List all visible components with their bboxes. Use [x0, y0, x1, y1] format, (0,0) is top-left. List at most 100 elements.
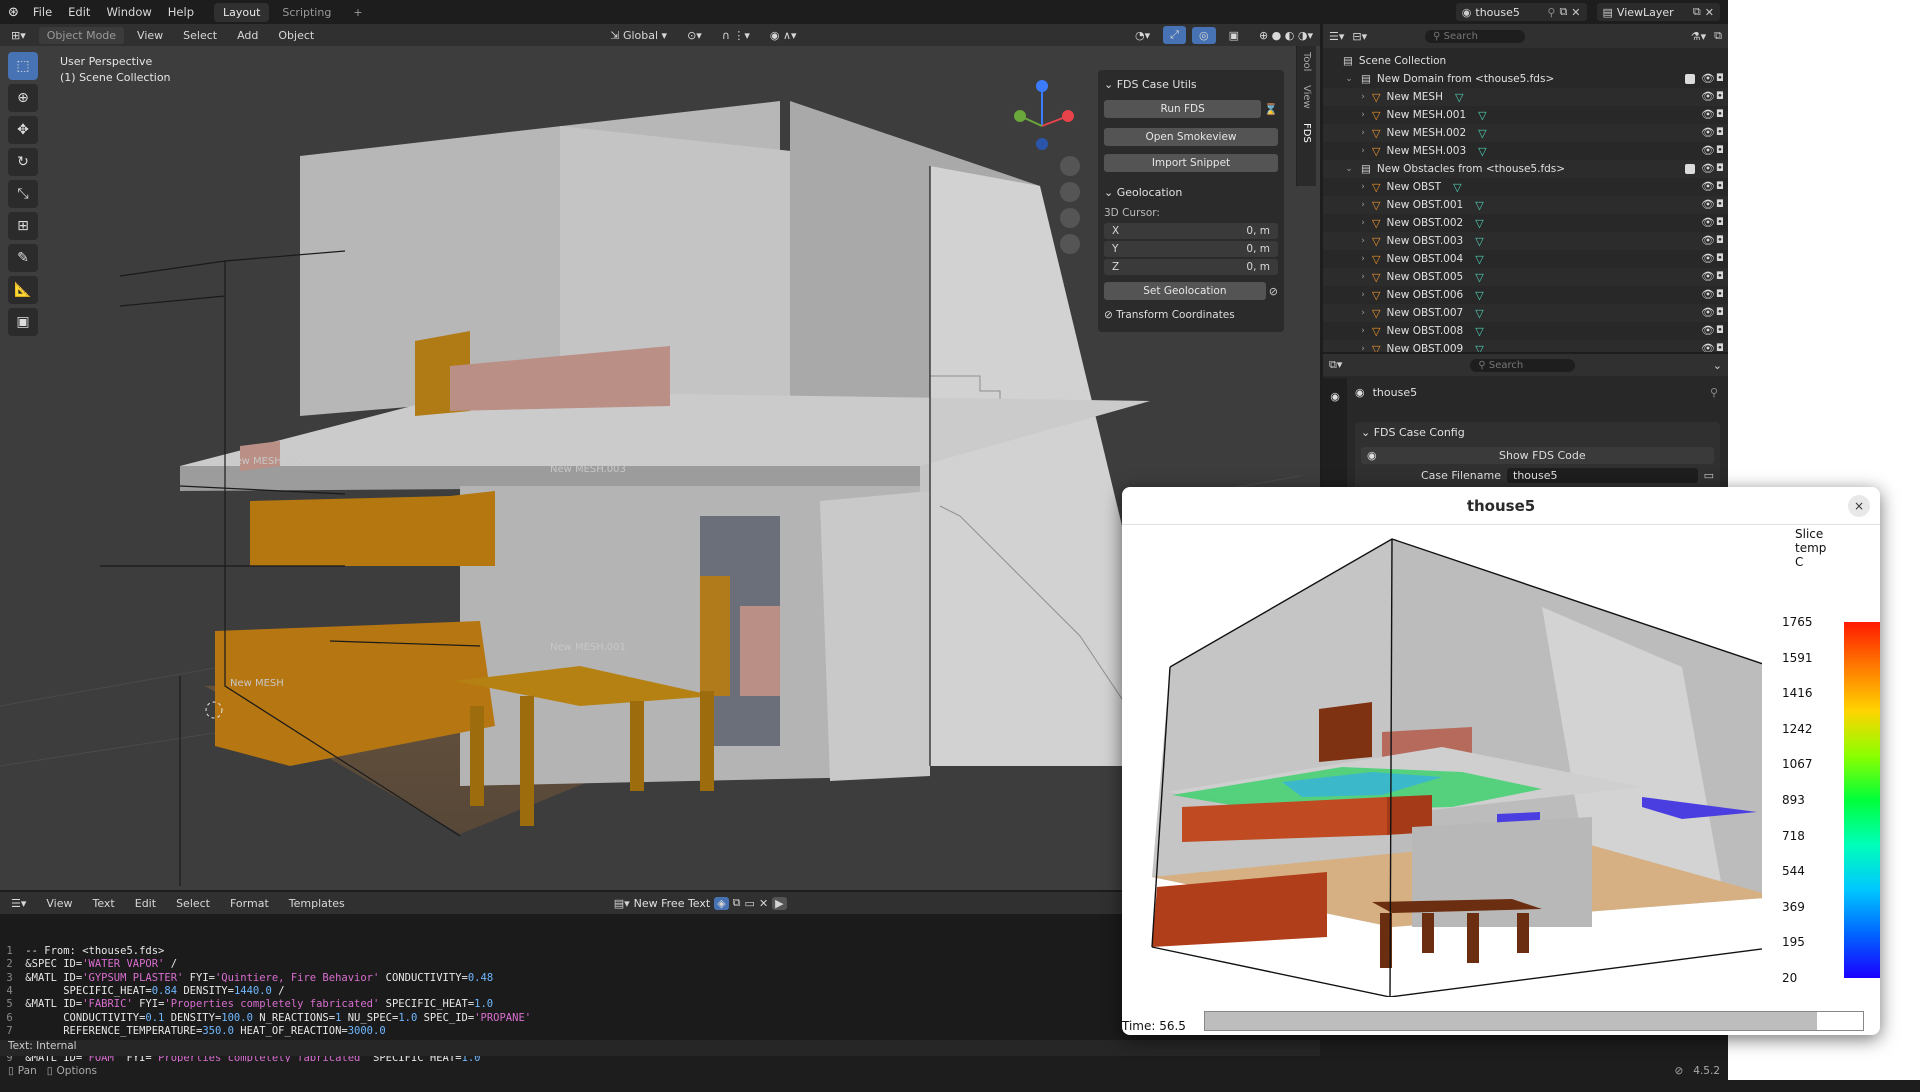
filename-input[interactable]: thouse5 [1507, 468, 1698, 483]
smokeview-render[interactable] [1122, 527, 1762, 997]
modifier-icon[interactable]: ▽ [1478, 127, 1486, 140]
chevron-right-icon[interactable]: › [1357, 272, 1369, 282]
new-collection-icon[interactable]: ⧉ [1714, 29, 1722, 43]
camera-icon[interactable]: ◘ [1716, 289, 1724, 300]
modifier-icon[interactable]: ▽ [1475, 235, 1483, 248]
xray-icon[interactable]: ▣ [1222, 27, 1246, 44]
menu-view[interactable]: View [39, 895, 79, 912]
collection-checkbox[interactable] [1685, 74, 1695, 84]
pivot-point-icon[interactable]: ⊙▾ [680, 27, 709, 44]
outliner-search[interactable]: ⚲ Search [1425, 29, 1526, 43]
smokeview-window[interactable]: thouse5 × Slice temp C 1765 1591 1416 12… [1122, 487, 1880, 1035]
outliner-object[interactable]: › ▽ New OBST.001 ▽ 👁 ◘ [1323, 196, 1728, 214]
eye-icon[interactable]: 👁 [1701, 234, 1715, 247]
tab-view[interactable]: View [1301, 85, 1312, 109]
eye-icon[interactable]: 👁 [1701, 162, 1715, 175]
overlays-icon[interactable]: ◎ [1191, 26, 1216, 44]
eye-icon[interactable]: 👁 [1701, 270, 1715, 283]
eye-icon[interactable]: 👁 [1701, 306, 1715, 319]
chevron-down-icon[interactable]: ⌄ [1343, 74, 1355, 84]
coord-x-field[interactable]: X 0, m [1104, 223, 1278, 239]
menu-format[interactable]: Format [223, 895, 276, 912]
eye-icon[interactable]: 👁 [1701, 324, 1715, 337]
eye-icon[interactable]: 👁 [1701, 90, 1715, 103]
visibility-icon[interactable]: ◔▾ [1128, 27, 1157, 44]
menu-select[interactable]: Select [176, 27, 224, 44]
coord-z-field[interactable]: Z 0, m [1104, 259, 1278, 275]
panel-header[interactable]: ⌄ FDS Case Config [1355, 422, 1720, 443]
outliner-collection[interactable]: ⌄ ▤ New Domain from <thouse5.fds> 👁 ◘ [1323, 70, 1728, 88]
tab-fds[interactable]: FDS [1301, 123, 1312, 143]
blender-logo-icon[interactable]: ⊛ [0, 5, 25, 20]
menu-edit[interactable]: Edit [128, 895, 163, 912]
editor-type-icon[interactable]: ⧉▾ [1329, 358, 1342, 372]
editor-type-icon[interactable]: ☰▾ [1329, 30, 1344, 43]
outliner-object[interactable]: › ▽ New MESH ▽ 👁 ◘ [1323, 88, 1728, 106]
modifier-icon[interactable]: ▽ [1478, 109, 1486, 122]
text-block-selector[interactable]: ▤▾ New Free Text ◈ ⧉ ▭ ✕ ▶ [614, 896, 787, 910]
modifier-icon[interactable]: ▽ [1453, 181, 1461, 194]
run-fds-button[interactable]: Run FDS [1104, 100, 1262, 118]
outliner-object[interactable]: › ▽ New OBST.002 ▽ 👁 ◘ [1323, 214, 1728, 232]
coord-y-field[interactable]: Y 0, m [1104, 241, 1278, 257]
modifier-icon[interactable]: ▽ [1478, 145, 1486, 158]
menu-view[interactable]: View [130, 27, 170, 44]
outliner-object[interactable]: › ▽ New OBST.003 ▽ 👁 ◘ [1323, 232, 1728, 250]
outliner-collection[interactable]: ⌄ ▤ New Obstacles from <thouse5.fds> 👁 ◘ [1323, 160, 1728, 178]
new-scene-icon[interactable]: ⧉ [1559, 5, 1567, 19]
close-button[interactable]: × [1848, 495, 1870, 517]
outliner-object[interactable]: › ▽ New MESH.002 ▽ 👁 ◘ [1323, 124, 1728, 142]
menu-file[interactable]: File [25, 5, 60, 19]
chevron-right-icon[interactable]: › [1357, 200, 1369, 210]
modifier-icon[interactable]: ▽ [1455, 91, 1463, 104]
geolocation-header[interactable]: ⌄ Geolocation [1104, 182, 1278, 203]
import-snippet-button[interactable]: Import Snippet [1104, 154, 1278, 172]
collection-checkbox[interactable] [1685, 164, 1695, 174]
display-mode-icon[interactable]: ⊟▾ [1352, 30, 1367, 43]
camera-icon[interactable]: ◘ [1716, 253, 1724, 264]
pin-icon[interactable]: ⚲ [1710, 386, 1718, 399]
eye-icon[interactable]: 👁 [1701, 126, 1715, 139]
camera-icon[interactable]: ◘ [1716, 235, 1724, 246]
modifier-icon[interactable]: ▽ [1475, 271, 1483, 284]
chevron-right-icon[interactable]: › [1357, 128, 1369, 138]
camera-icon[interactable]: ◘ [1716, 163, 1724, 174]
new-viewlayer-icon[interactable]: ⧉ [1693, 5, 1701, 19]
camera-icon[interactable]: ◘ [1716, 307, 1724, 318]
modifier-icon[interactable]: ▽ [1475, 289, 1483, 302]
eye-icon[interactable]: 👁 [1701, 288, 1715, 301]
outliner-object[interactable]: › ▽ New OBST.006 ▽ 👁 ◘ [1323, 286, 1728, 304]
modifier-icon[interactable]: ▽ [1475, 325, 1483, 338]
open-folder-icon[interactable]: ▭ [745, 897, 755, 910]
tab-layout[interactable]: Layout [214, 2, 270, 22]
add-workspace-button[interactable]: + [344, 3, 371, 22]
camera-icon[interactable]: ◘ [1716, 73, 1724, 84]
outliner-object[interactable]: › ▽ New OBST ▽ 👁 ◘ [1323, 178, 1728, 196]
camera-icon[interactable]: ◘ [1716, 181, 1724, 192]
camera-icon[interactable]: ◘ [1716, 217, 1724, 228]
camera-icon[interactable]: ◘ [1716, 199, 1724, 210]
eye-icon[interactable]: 👁 [1701, 180, 1715, 193]
delete-scene-icon[interactable]: ✕ [1571, 6, 1580, 19]
chevron-right-icon[interactable]: › [1357, 92, 1369, 102]
transform-coordinates-button[interactable]: ⊘ Transform Coordinates [1104, 309, 1278, 321]
menu-edit[interactable]: Edit [60, 5, 98, 19]
chevron-right-icon[interactable]: › [1357, 254, 1369, 264]
unlink-icon[interactable]: ✕ [759, 897, 768, 910]
editor-type-icon[interactable]: ⊞▾ [4, 27, 33, 44]
modifier-icon[interactable]: ▽ [1475, 307, 1483, 320]
open-smokeview-button[interactable]: Open Smokeview [1104, 128, 1278, 146]
fake-user-icon[interactable]: ◈ [714, 896, 729, 910]
shading-modes[interactable]: ⊕ ● ◐ ◑▾ [1252, 27, 1320, 44]
outliner-object[interactable]: › ▽ New OBST.005 ▽ 👁 ◘ [1323, 268, 1728, 286]
chevron-right-icon[interactable]: › [1357, 218, 1369, 228]
camera-icon[interactable]: ◘ [1716, 91, 1724, 102]
chevron-right-icon[interactable]: › [1357, 146, 1369, 156]
chevron-right-icon[interactable]: › [1357, 290, 1369, 300]
eye-icon[interactable]: 👁 [1701, 108, 1715, 121]
modifier-icon[interactable]: ▽ [1475, 217, 1483, 230]
eye-icon[interactable]: 👁 [1701, 198, 1715, 211]
nav-gizmo[interactable] [1014, 80, 1074, 150]
chevron-right-icon[interactable]: › [1357, 110, 1369, 120]
menu-window[interactable]: Window [98, 5, 159, 19]
